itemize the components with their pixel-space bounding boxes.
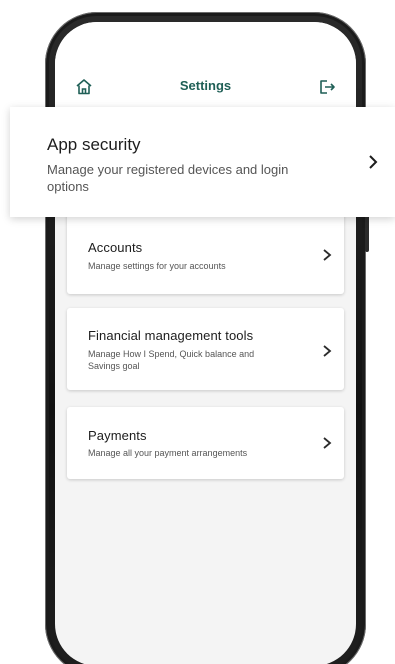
chevron-right-icon	[367, 154, 379, 170]
card-description: Manage your registered devices and login…	[47, 162, 289, 194]
chevron-right-icon	[322, 344, 332, 357]
card-title: Accounts	[88, 240, 143, 255]
card-description: Manage settings for your accounts	[88, 261, 226, 271]
settings-card-payments[interactable]: Payments Manage all your payment arrange…	[67, 407, 344, 479]
card-description: Manage How I Spend, Quick balance and Sa…	[88, 349, 255, 371]
card-title: App security	[47, 135, 141, 154]
card-description: Manage all your payment arrangements	[88, 448, 248, 458]
settings-card-financial-tools[interactable]: Financial management tools Manage How I …	[67, 308, 344, 390]
stage: Settings Accounts Manage settings for yo…	[0, 0, 395, 664]
chevron-right-icon	[322, 436, 332, 449]
chevron-right-icon	[322, 248, 332, 261]
settings-card-app-security[interactable]: App security Manage your registered devi…	[10, 107, 395, 217]
settings-card-accounts[interactable]: Accounts Manage settings for your accoun…	[67, 212, 344, 294]
page-title: Settings	[179, 78, 232, 93]
card-title: Financial management tools	[88, 328, 254, 343]
logout-icon[interactable]	[318, 78, 336, 96]
card-title: Payments	[88, 428, 147, 443]
